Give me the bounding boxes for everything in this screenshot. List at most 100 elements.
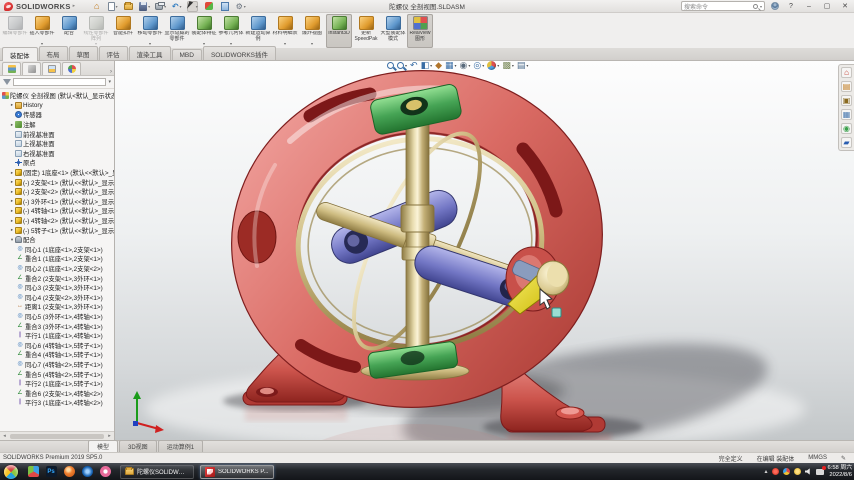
undo-icon[interactable]: ↶ ▾	[171, 1, 182, 12]
graphics-viewport[interactable]: ▾ ↶ ◧ ▾ ◆ ▦ ▾ ◉ ▾ ◎ ▾ ▾ ▩ ▾ ▤ ▾ ⌂ ▤ ▣ ▦ ◉ ▰	[115, 60, 854, 480]
document-tab[interactable]: 3D视图	[119, 440, 157, 452]
file-explorer-icon[interactable]: ▣	[841, 95, 852, 106]
mate-item[interactable]: ∠ 重合4 (4转轴<1>,5转子<1>)	[2, 350, 114, 360]
component-item[interactable]: ▸ (固定) 1底座<1> (默认<<默认>_显示状态 1>)	[2, 168, 114, 178]
mate-item[interactable]: ∥ 平行1 (1底座<1>,4转轴<1>)	[2, 331, 114, 341]
login-user-icon[interactable]	[771, 2, 779, 10]
ribbon-button[interactable]: 移动零部件 ▾	[137, 14, 163, 48]
component-item[interactable]: ▸ (-) 4转轴<1> (默认<<默认>_显示状态 1>)	[2, 206, 114, 216]
ribbon-tab[interactable]: MBD	[171, 49, 202, 60]
ribbon-button[interactable]: 新建运动算例	[245, 14, 271, 48]
ribbon-tab[interactable]: 布局	[38, 46, 68, 60]
tree-item[interactable]: 前视基准面	[2, 129, 114, 139]
tray-app-icon[interactable]	[793, 468, 801, 475]
mate-item[interactable]: ∠ 重合1 (1底座<1>,2支架<1>)	[2, 254, 114, 264]
taskbar-clock[interactable]: 6:58 周六 2022/8/6	[828, 465, 853, 479]
filter-input[interactable]	[13, 78, 107, 86]
ribbon-button[interactable]: 参考几何体 ▾	[218, 14, 244, 48]
start-button[interactable]	[4, 464, 18, 479]
solidworks-window-button[interactable]: SOLIDWORKS P...	[200, 464, 274, 479]
design-library-icon[interactable]: ▤	[841, 81, 852, 92]
zoom-area-icon[interactable]: ▾	[397, 61, 407, 69]
tab-featuremanager[interactable]	[2, 62, 21, 75]
custom-properties-icon[interactable]: ▰	[841, 137, 852, 148]
ribbon-button[interactable]: 更新 SpeedPak	[353, 14, 379, 48]
previous-view-icon[interactable]: ↶	[410, 60, 418, 70]
document-tab[interactable]: 模型	[88, 440, 119, 452]
mate-item[interactable]: ↔ 距离1 (2支架<1>,3外环<1>)	[2, 302, 114, 312]
ribbon-button[interactable]: 材料明细表 ▾	[272, 14, 298, 48]
edit-appearance-icon[interactable]: ▾	[487, 60, 499, 70]
tree-item[interactable]: 右视基准面	[2, 149, 114, 159]
scroll-left-icon[interactable]: ◂	[0, 433, 9, 439]
tray-expand-icon[interactable]: ▴	[764, 468, 767, 475]
mate-item[interactable]: ∠ 重合5 (4转轴<2>,5转子<1>)	[2, 369, 114, 379]
component-item[interactable]: ▸ (-) 2支架<1> (默认<<默认>_显示状态 1>)	[2, 177, 114, 187]
custom-status-icon[interactable]: ✎	[841, 455, 846, 462]
open-file-icon[interactable]	[123, 1, 134, 12]
ribbon-button[interactable]: Instant3D	[326, 14, 352, 48]
tray-volume-icon[interactable]	[804, 468, 810, 475]
mate-item[interactable]: ◎ 同心5 (3外环<1>,4转轴<1>)	[2, 312, 114, 322]
taskpane-home-icon[interactable]: ⌂	[841, 67, 852, 78]
ribbon-tab[interactable]: 渲染工具	[128, 46, 171, 60]
tree-horizontal-scrollbar[interactable]: ◂ ▸	[0, 431, 114, 440]
ribbon-button[interactable]: 显示隐藏的零部件	[164, 14, 190, 48]
view-orientation-icon[interactable]: ▦ ▾	[445, 60, 457, 70]
tree-item[interactable]: 上视基准面	[2, 139, 114, 149]
component-item[interactable]: ▸ (-) 3外环<1> (默认<<默认>_显示状态 1>)	[2, 197, 114, 207]
mate-item[interactable]: ◎ 同心2 (1底座<1>,2支架<2>)	[2, 264, 114, 274]
tree-item[interactable]: ▸ 注解	[2, 120, 114, 130]
tab-displaymanager[interactable]	[62, 62, 81, 75]
view-settings-icon[interactable]: ▤ ▾	[517, 60, 529, 70]
mate-item[interactable]: ∥ 平行3 (1底座<1>,4转轴<2>)	[2, 398, 114, 408]
ribbon-tab[interactable]: 装配体	[2, 47, 38, 61]
help-button[interactable]: ?	[785, 3, 797, 10]
save-icon[interactable]: ▾	[139, 1, 150, 12]
hide-show-items-icon[interactable]: ◎ ▾	[473, 60, 484, 70]
command-search-input[interactable]: 搜索命令 ▾	[681, 1, 765, 11]
close-button[interactable]: ✕	[839, 2, 851, 10]
document-tab[interactable]: 运动算例1	[157, 440, 204, 452]
mate-item[interactable]: ◎ 同心1 (1底座<1>,2支架<1>)	[2, 245, 114, 255]
mate-item[interactable]: ∥ 平行2 (1底座<1>,5转子<1>)	[2, 379, 114, 389]
taskbar-app4-icon[interactable]	[78, 464, 96, 479]
ribbon-tab[interactable]: 草图	[68, 46, 98, 60]
menu-expand-icon[interactable]: ▸	[73, 3, 76, 9]
display-style-icon[interactable]: ◉ ▾	[460, 60, 471, 70]
options-gear-icon[interactable]: ⚙ ▾	[235, 1, 246, 12]
home-icon[interactable]: ⌂	[91, 1, 102, 12]
rebuild-icon[interactable]	[203, 1, 214, 12]
mate-item[interactable]: ∠ 重合6 (2支架<1>,4转轴<2>)	[2, 388, 114, 398]
view-palette-icon[interactable]: ▦	[841, 109, 852, 120]
ribbon-button[interactable]: 线性零部件阵列 ▾	[83, 14, 109, 48]
mates-folder[interactable]: ▾ 配合	[2, 235, 114, 245]
ribbon-tab[interactable]: SOLIDWORKS插件	[202, 46, 277, 60]
scrollbar-thumb[interactable]	[10, 433, 104, 439]
appearances-icon[interactable]: ◉	[841, 123, 852, 134]
mate-item[interactable]: ∠ 重合2 (2支架<1>,3外环<1>)	[2, 273, 114, 283]
annotation-view-icon[interactable]: ◆	[435, 60, 442, 70]
print-icon[interactable]: ▾	[155, 1, 166, 12]
photoshop-icon[interactable]: Ps	[42, 464, 60, 479]
scroll-right-icon[interactable]: ▸	[105, 433, 114, 439]
ribbon-button[interactable]: 大型装配体模式	[380, 14, 406, 48]
tree-root[interactable]: 陀螺仪 全剖视图 (默认<默认_显示状态-1>)	[2, 91, 114, 101]
ribbon-button[interactable]: RealView 图形	[407, 14, 433, 48]
mate-item[interactable]: ∠ 重合3 (3外环<1>,4转轴<1>)	[2, 321, 114, 331]
mate-item[interactable]: ◎ 同心6 (4转轴<1>,5转子<1>)	[2, 340, 114, 350]
unit-system[interactable]: MMGS	[808, 455, 827, 461]
panel-more-icon[interactable]: ›	[110, 69, 112, 75]
ribbon-tab[interactable]: 评估	[98, 46, 128, 60]
tree-item[interactable]: 原点	[2, 158, 114, 168]
file-properties-icon[interactable]	[219, 1, 230, 12]
filter-caret-icon[interactable]: ▾	[108, 79, 111, 85]
new-file-icon[interactable]: ▾	[107, 1, 118, 12]
ribbon-button[interactable]: 装配体特征 ▾	[191, 14, 217, 48]
search-caret-icon[interactable]: ▾	[760, 4, 762, 9]
ribbon-button[interactable]: 爆炸视图 ▾	[299, 14, 325, 48]
ribbon-button[interactable]: 配合	[56, 14, 82, 48]
tray-record-icon[interactable]	[771, 468, 779, 475]
mate-item[interactable]: ◎ 同心4 (2支架<2>,3外环<1>)	[2, 292, 114, 302]
mate-item[interactable]: ◎ 同心3 (2支架<1>,3外环<1>)	[2, 283, 114, 293]
